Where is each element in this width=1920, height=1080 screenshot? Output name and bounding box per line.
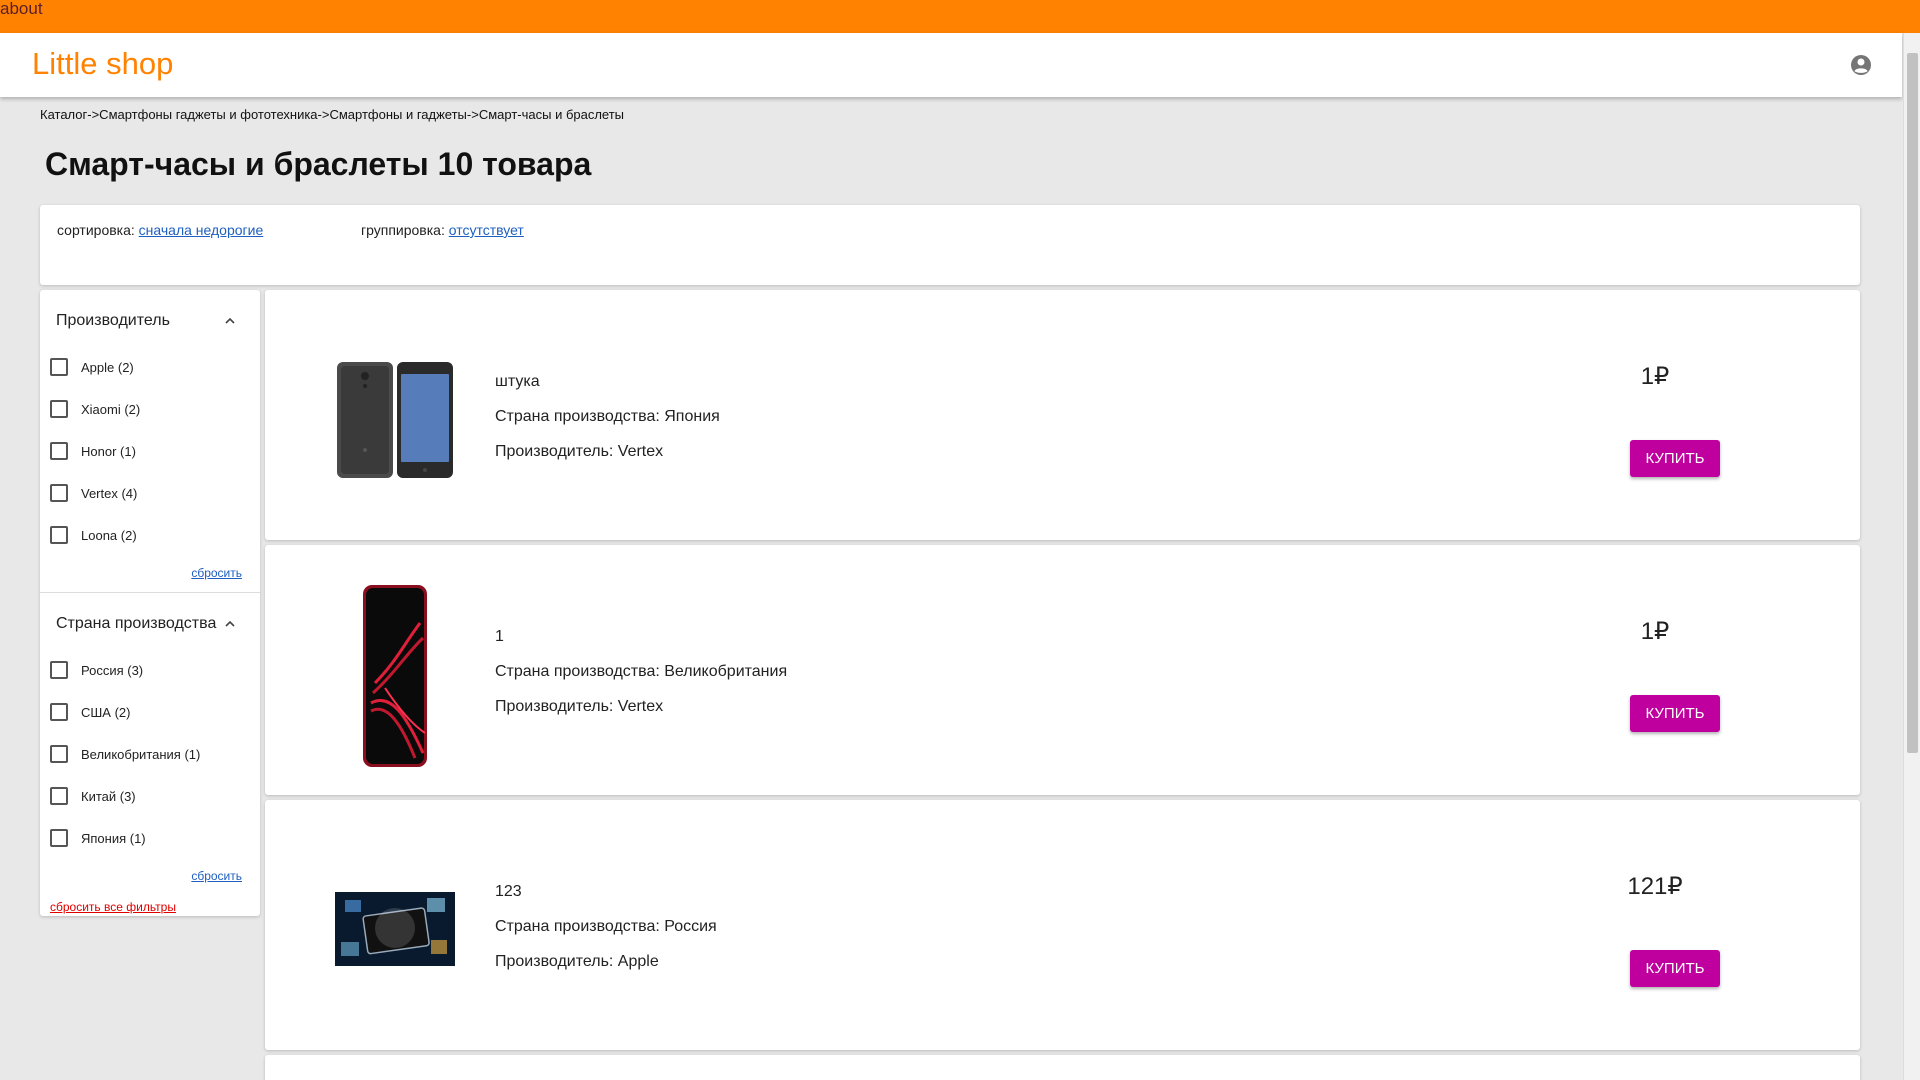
- checkbox[interactable]: [50, 745, 68, 763]
- manufacturer-reset-link[interactable]: сбросить: [191, 566, 242, 580]
- product-image[interactable]: [335, 892, 455, 966]
- product-price: 1₽: [1640, 618, 1670, 645]
- product-image[interactable]: [335, 360, 455, 480]
- product-info: штука Страна производства: Япония Произв…: [495, 373, 720, 478]
- filter-option-label: Китай (3): [81, 789, 136, 804]
- product-info: 123 Страна производства: Россия Производ…: [495, 883, 717, 988]
- product-price: 121₽: [1627, 873, 1683, 900]
- filter-option-label: Honor (1): [81, 444, 136, 459]
- buy-button[interactable]: КУПИТЬ: [1630, 440, 1720, 477]
- filter-option[interactable]: Honor (1): [40, 436, 260, 478]
- top-bar: about: [0, 0, 1920, 33]
- filter-option-label: Apple (2): [81, 360, 134, 375]
- checkbox[interactable]: [50, 484, 68, 502]
- product-maker: Производитель: Vertex: [495, 443, 664, 460]
- buy-button[interactable]: КУПИТЬ: [1630, 950, 1720, 987]
- page-title: Смарт-часы и браслеты 10 товара: [45, 146, 592, 182]
- breadcrumb[interactable]: Каталог->Смартфоны гаджеты и фототехника…: [40, 107, 624, 122]
- filter-option-label: США (2): [81, 705, 131, 720]
- product-maker: Производитель: Vertex: [495, 698, 664, 715]
- product-card[interactable]: 123 Страна производства: Россия Производ…: [265, 800, 1860, 1050]
- checkbox[interactable]: [50, 400, 68, 418]
- about-link[interactable]: about: [0, 0, 43, 18]
- brand-logo[interactable]: Little shop: [32, 46, 173, 82]
- reset-all-filters-link[interactable]: сбросить все фильтры: [50, 900, 176, 914]
- manufacturer-filter-header[interactable]: Производитель: [40, 290, 260, 352]
- country-filter-title: Страна производства: [56, 615, 217, 632]
- filter-option[interactable]: Apple (2): [40, 352, 260, 394]
- filter-option-label: Япония (1): [81, 831, 146, 846]
- checkbox[interactable]: [50, 526, 68, 544]
- product-name: 1: [495, 628, 504, 645]
- filter-option[interactable]: Россия (3): [40, 655, 260, 697]
- checkbox[interactable]: [50, 661, 68, 679]
- product-country: Страна производства: Россия: [495, 918, 717, 935]
- checkbox[interactable]: [50, 442, 68, 460]
- filter-option[interactable]: Япония (1): [40, 823, 260, 865]
- sort-label: сортировка:: [57, 222, 139, 238]
- manufacturer-reset-row: сбросить: [40, 562, 260, 592]
- checkbox[interactable]: [50, 358, 68, 376]
- product-price: 1₽: [1640, 363, 1670, 390]
- product-maker: Производитель: Apple: [495, 953, 659, 970]
- filter-option[interactable]: Loona (2): [40, 520, 260, 562]
- chevron-up-icon[interactable]: [224, 618, 236, 630]
- manufacturer-filter-title: Производитель: [56, 312, 170, 329]
- country-filter-header[interactable]: Страна производства: [40, 593, 260, 655]
- filter-option[interactable]: Китай (3): [40, 781, 260, 823]
- filter-option[interactable]: Великобритания (1): [40, 739, 260, 781]
- manufacturer-filter: Производитель Apple (2) Xiaomi (2) Honor…: [40, 290, 260, 592]
- filter-option-label: Россия (3): [81, 663, 144, 678]
- country-reset-link[interactable]: сбросить: [191, 869, 242, 883]
- filter-panel: Производитель Apple (2) Xiaomi (2) Honor…: [40, 290, 260, 916]
- filter-option[interactable]: Xiaomi (2): [40, 394, 260, 436]
- checkbox[interactable]: [50, 829, 68, 847]
- filter-option[interactable]: Vertex (4): [40, 478, 260, 520]
- country-reset-row: сбросить: [40, 865, 260, 895]
- filter-option-label: Vertex (4): [81, 486, 138, 501]
- filter-option-label: Xiaomi (2): [81, 402, 141, 417]
- sort-bar: сортировка: сначала недорогие группировк…: [40, 205, 1860, 285]
- filter-option-label: Loona (2): [81, 528, 137, 543]
- filter-option[interactable]: США (2): [40, 697, 260, 739]
- sort-value-link[interactable]: сначала недорогие: [139, 222, 264, 238]
- grouping-label: группировка:: [361, 222, 449, 238]
- product-name: штука: [495, 373, 540, 390]
- app-bar: Little shop: [0, 33, 1902, 97]
- buy-button[interactable]: КУПИТЬ: [1630, 695, 1720, 732]
- checkbox[interactable]: [50, 787, 68, 805]
- page-scrollbar[interactable]: [1903, 33, 1920, 1080]
- product-card[interactable]: штука Страна производства: Япония Произв…: [265, 290, 1860, 540]
- product-card[interactable]: 1 Страна производства: Великобритания Пр…: [265, 545, 1860, 795]
- checkbox[interactable]: [50, 703, 68, 721]
- product-name: 123: [495, 883, 522, 900]
- grouping-value-link[interactable]: отсутствует: [449, 222, 524, 238]
- account-circle-icon[interactable]: [1849, 53, 1873, 77]
- scrollbar-thumb[interactable]: [1907, 53, 1918, 753]
- product-country: Страна производства: Япония: [495, 408, 720, 425]
- filter-option-label: Великобритания (1): [81, 747, 201, 762]
- grouping-group: группировка: отсутствует: [361, 222, 524, 238]
- product-image[interactable]: [335, 583, 455, 769]
- product-info: 1 Страна производства: Великобритания Пр…: [495, 628, 787, 733]
- product-country: Страна производства: Великобритания: [495, 663, 788, 680]
- chevron-up-icon[interactable]: [224, 315, 236, 327]
- product-card[interactable]: [265, 1055, 1860, 1080]
- country-filter: Страна производства Россия (3) США (2) В…: [40, 593, 260, 895]
- sort-group: сортировка: сначала недорогие: [57, 222, 263, 238]
